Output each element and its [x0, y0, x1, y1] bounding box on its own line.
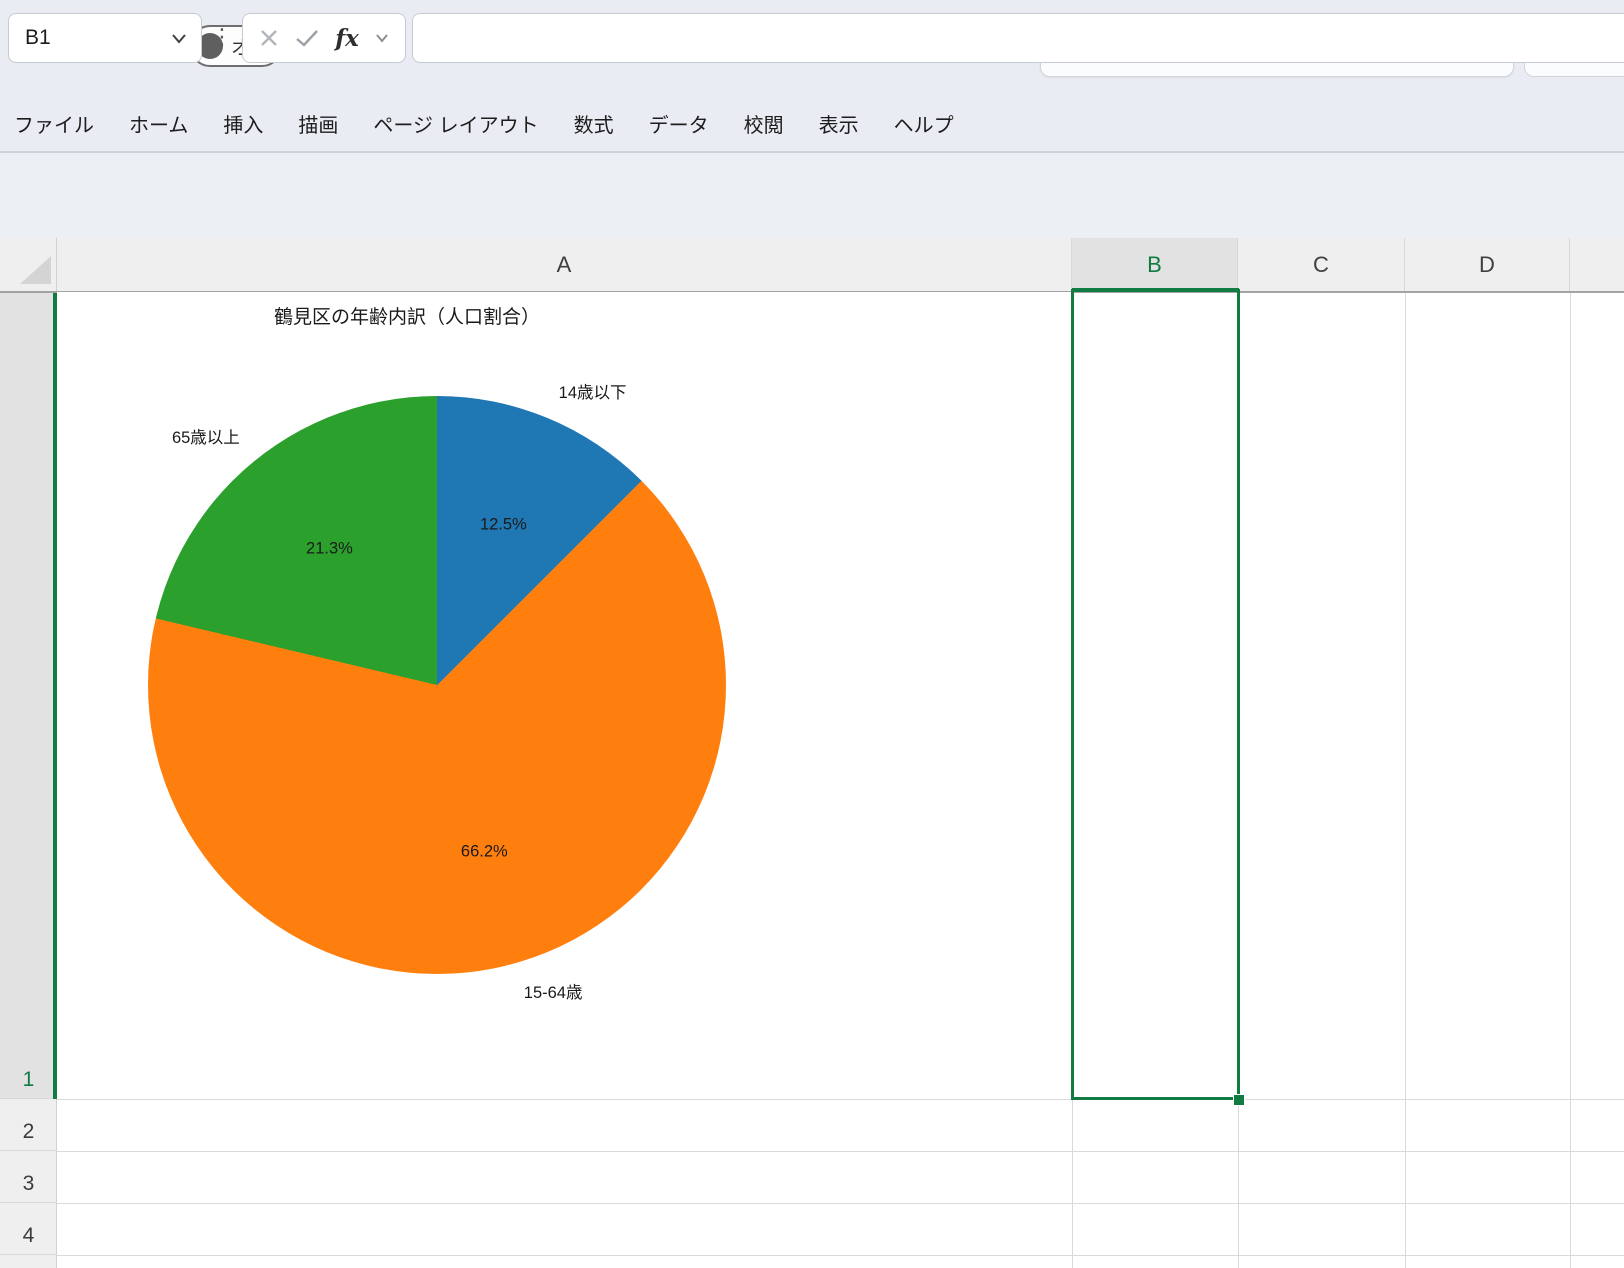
chevron-down-icon — [171, 33, 187, 44]
menu-tab-7[interactable]: 校閲 — [744, 109, 784, 138]
gridline — [57, 1255, 1624, 1256]
row-header-2[interactable]: 2 — [0, 1099, 57, 1151]
column-header-B[interactable]: B — [1072, 238, 1238, 291]
menu-tab-9[interactable]: ヘルプ — [894, 109, 954, 138]
menu-tab-6[interactable]: データ — [649, 109, 709, 138]
menu-tab-4[interactable]: ページ レイアウト — [373, 109, 538, 138]
gridline — [1570, 293, 1571, 1268]
fill-handle[interactable] — [1233, 1094, 1245, 1106]
pie-slice-percent: 21.3% — [306, 539, 353, 558]
column-header-D[interactable]: D — [1405, 238, 1570, 291]
menu-tab-2[interactable]: 挿入 — [223, 109, 263, 138]
enter-check-icon[interactable] — [295, 29, 319, 47]
row-header-4[interactable]: 4 — [0, 1203, 57, 1255]
pie-slice-label: 65歳以上 — [172, 424, 240, 448]
pie-slice-label: 14歳以下 — [559, 379, 627, 403]
column-header-A[interactable]: A — [57, 238, 1072, 291]
gridline — [57, 1203, 1624, 1204]
name-box[interactable]: B1 — [8, 13, 202, 63]
cancel-icon[interactable] — [259, 28, 279, 48]
menu-tab-1[interactable]: ホーム — [129, 109, 188, 138]
selected-cell-B1[interactable] — [1071, 289, 1240, 1100]
select-all-corner[interactable] — [0, 238, 57, 291]
menu-tab-3[interactable]: 描画 — [298, 109, 338, 138]
selected-row-accent — [53, 293, 57, 1099]
menu-tab-0[interactable]: ファイル — [14, 109, 94, 138]
column-header-C[interactable]: C — [1238, 238, 1405, 291]
chevron-down-icon[interactable] — [375, 33, 389, 43]
select-all-triangle-icon — [0, 238, 57, 291]
row-header-3[interactable]: 3 — [0, 1151, 57, 1203]
pie-slice-percent: 66.2% — [461, 842, 508, 861]
formula-bar-resize-handle[interactable]: ⋮ — [212, 13, 232, 61]
gridline — [57, 1099, 1624, 1100]
pie-slice-label: 15-64歳 — [524, 979, 583, 1003]
menu-tab-5[interactable]: 数式 — [574, 109, 614, 138]
gridline — [1405, 293, 1406, 1268]
menu-tab-8[interactable]: 表示 — [819, 109, 859, 138]
gridline — [57, 1151, 1624, 1152]
chart-title: 鶴見区の年齢内訳（人口割合） — [57, 302, 757, 329]
ribbon-tabs: ファイル ホーム 挿入 描画 ページ レイアウト 数式 データ 校閲 表示 ヘルプ — [0, 95, 1624, 151]
name-box-value: B1 — [25, 26, 171, 50]
embedded-chart[interactable]: 鶴見区の年齢内訳（人口割合） 14歳以下 12.5% 15-64歳 66.2% 65歳以… — [57, 292, 1072, 1099]
formula-buttons: fx — [242, 13, 406, 63]
row-header-1[interactable]: 1 — [0, 293, 57, 1099]
insert-function-button[interactable]: fx — [335, 25, 359, 52]
formula-bar — [0, 153, 1624, 238]
pie-slice-percent: 12.5% — [480, 515, 527, 534]
pie-chart[interactable] — [148, 396, 726, 974]
formula-input[interactable] — [412, 13, 1624, 63]
